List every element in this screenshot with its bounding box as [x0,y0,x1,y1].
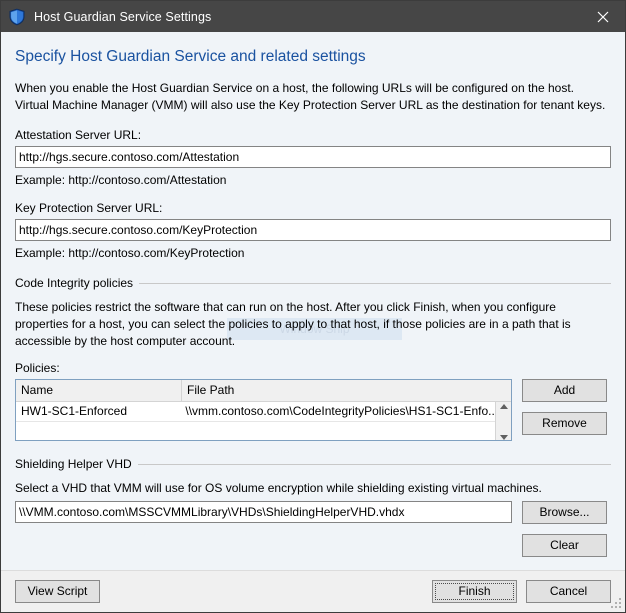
column-header-name: Name [16,380,182,401]
triangle-down-icon[interactable] [499,435,508,440]
shielding-vhd-group-body: Select a VHD that VMM will use for OS vo… [15,481,611,557]
add-policy-button[interactable]: Add [522,379,607,402]
policies-table-header: Name File Path [16,380,511,402]
view-script-button[interactable]: View Script [15,580,100,603]
policies-table-scrollbar[interactable] [495,402,511,440]
clear-button[interactable]: Clear [522,534,607,557]
shielding-vhd-group-title: Shielding Helper VHD [15,457,132,471]
footer-actions: Finish Cancel [432,580,611,603]
window-title: Host Guardian Service Settings [34,9,212,24]
shielding-vhd-path-input[interactable] [15,501,512,523]
policies-table[interactable]: Name File Path HW1-SC1-Enforced \\vmm.co… [15,379,512,441]
dialog-footer: View Script Finish Cancel [1,570,625,612]
policies-actions: Add Remove [522,379,607,435]
table-row[interactable]: HW1-SC1-Enforced \\vmm.contoso.com\CodeI… [16,402,495,421]
shielding-vhd-actions: Browse... Clear [522,501,607,557]
cell-file-path: \\vmm.contoso.com\CodeIntegrityPolicies\… [185,404,495,418]
key-protection-url-hint: Example: http://contoso.com/KeyProtectio… [15,246,245,260]
code-integrity-group-body: These policies restrict the software tha… [15,299,611,441]
close-button[interactable] [580,1,625,32]
resize-grip-icon [611,598,621,608]
code-integrity-desc-line-2: properties for a host, you can select th… [15,317,571,331]
policies-table-body: HW1-SC1-Enforced \\vmm.contoso.com\CodeI… [16,402,511,440]
shielding-vhd-description: Select a VHD that VMM will use for OS vo… [15,481,542,495]
shielding-vhd-row: Browse... Clear [15,501,611,557]
code-integrity-description: These policies restrict the software tha… [15,299,611,350]
table-empty-row [16,421,495,440]
remove-policy-button[interactable]: Remove [522,412,607,435]
key-protection-url-label: Key Protection Server URL: [15,201,163,215]
triangle-up-icon[interactable] [499,404,508,409]
attestation-url-label: Attestation Server URL: [15,128,142,142]
page-title: Specify Host Guardian Service and relate… [15,48,366,65]
code-integrity-group-title: Code Integrity policies [15,276,134,290]
key-protection-url-input[interactable] [15,219,611,241]
shielding-helper-vhd-group: Shielding Helper VHD Select a VHD that V… [15,457,611,557]
host-guardian-settings-dialog: Host Guardian Service Settings Window Sn… [0,0,626,613]
shield-icon [9,8,25,25]
title-bar: Host Guardian Service Settings [1,1,625,32]
policies-row: Name File Path HW1-SC1-Enforced \\vmm.co… [15,379,611,441]
column-header-file-path: File Path [187,383,235,397]
finish-button[interactable]: Finish [432,580,517,603]
cell-name: HW1-SC1-Enforced [21,404,128,418]
code-integrity-group-header: Code Integrity policies [15,276,611,290]
dialog-content: Window Snip Specify Host Guardian Servic… [1,32,625,570]
browse-button[interactable]: Browse... [522,501,607,524]
cancel-button[interactable]: Cancel [526,580,611,603]
attestation-url-hint: Example: http://contoso.com/Attestation [15,173,227,187]
code-integrity-desc-line-1: These policies restrict the software tha… [15,300,556,314]
attestation-url-input[interactable] [15,146,611,168]
group-divider [139,282,611,284]
policies-label: Policies: [15,361,60,375]
code-integrity-desc-line-3: accessible by the host computer account. [15,334,236,348]
code-integrity-group: Code Integrity policies These policies r… [15,276,611,441]
intro-line-1: When you enable the Host Guardian Servic… [15,81,574,95]
intro-text: When you enable the Host Guardian Servic… [15,80,611,114]
group-divider [137,463,611,465]
shielding-vhd-group-header: Shielding Helper VHD [15,457,611,471]
policies-table-rows: HW1-SC1-Enforced \\vmm.contoso.com\CodeI… [16,402,495,440]
close-icon [597,11,608,22]
shielding-vhd-input-wrap [15,501,512,523]
intro-line-2: Virtual Machine Manager (VMM) will also … [15,98,606,112]
